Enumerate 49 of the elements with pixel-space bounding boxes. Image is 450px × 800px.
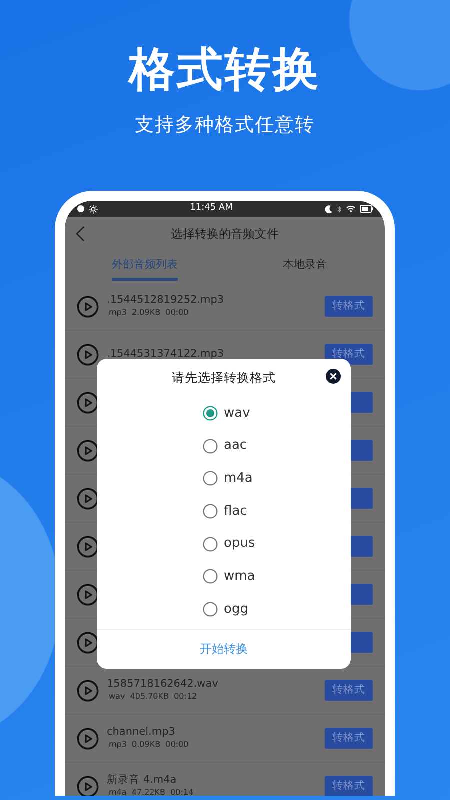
radio-button[interactable] (203, 569, 218, 584)
file-name: 新录音 4.m4a (107, 774, 178, 788)
convert-button[interactable]: 转格式 (325, 728, 373, 750)
page-title: 选择转换的音频文件 (171, 226, 279, 244)
wifi-icon (346, 205, 356, 214)
radio-button[interactable] (203, 406, 218, 421)
subheadline: 支持多种格式任意转 (134, 112, 316, 138)
sun-icon (89, 204, 98, 214)
radio-button[interactable] (203, 471, 218, 486)
format-option[interactable]: opus (224, 534, 256, 554)
play-icon[interactable] (77, 536, 99, 558)
format-option[interactable]: wma (224, 567, 256, 587)
play-icon[interactable] (77, 392, 99, 414)
back-icon[interactable] (75, 226, 85, 242)
convert-button[interactable]: 转格式 (325, 680, 373, 702)
file-name: .1544531374122.mp3 (107, 348, 224, 362)
close-icon[interactable] (326, 369, 341, 384)
file-name: 1585718162642.wav (107, 678, 218, 692)
file-name: .1544512819252.mp3 (107, 294, 224, 308)
radio-button[interactable] (203, 504, 218, 519)
moon-icon (324, 204, 333, 214)
convert-button[interactable]: 转格式 (325, 776, 373, 796)
headline: 格式转换 (126, 41, 322, 95)
play-icon[interactable] (77, 488, 99, 510)
bluetooth-icon (336, 204, 342, 214)
file-info: wav 405.70KB 00:12 (109, 691, 198, 704)
radio-button[interactable] (203, 438, 218, 454)
dialog-title: 请先选择转换格式 (171, 369, 277, 388)
battery-icon (360, 205, 373, 214)
play-icon[interactable] (77, 440, 99, 462)
format-option[interactable]: wav (224, 404, 250, 424)
start-convert-button[interactable]: 开始转换 (97, 628, 351, 669)
format-option[interactable]: aac (224, 436, 248, 456)
file-info: m4a 47.22KB 00:14 (109, 787, 194, 796)
convert-button[interactable]: 转格式 (325, 296, 373, 318)
status-circle-icon (77, 205, 85, 214)
radio-button[interactable] (203, 602, 218, 618)
format-option[interactable]: ogg (224, 600, 248, 620)
radio-button[interactable] (203, 536, 218, 552)
play-icon[interactable] (77, 632, 99, 654)
file-info: mp3 0.09KB 00:00 (109, 739, 189, 752)
play-icon[interactable] (77, 584, 99, 606)
file-info: mp3 2.09KB 00:00 (109, 307, 190, 320)
tab[interactable]: 本地录音 (225, 251, 385, 284)
status-time: 11:45 AM (190, 202, 233, 216)
tab[interactable]: 外部音频列表 (65, 251, 225, 284)
format-option[interactable]: m4a (224, 469, 253, 489)
file-name: channel.mp3 (107, 726, 176, 740)
format-option[interactable]: flac (224, 502, 248, 522)
